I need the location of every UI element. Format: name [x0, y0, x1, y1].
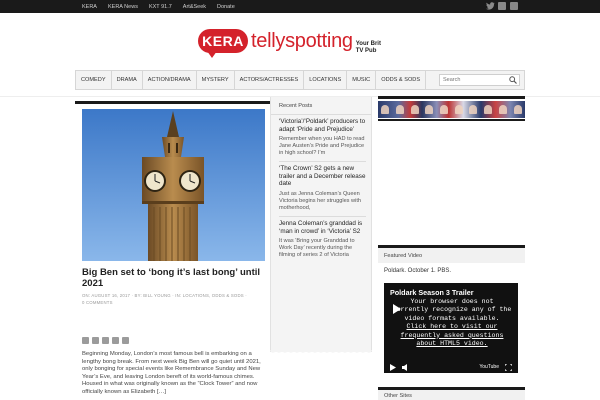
- play-button-icon[interactable]: [390, 363, 396, 371]
- email-icon[interactable]: [82, 337, 89, 344]
- post-comments-count[interactable]: 0 COMMENTS: [82, 299, 267, 306]
- nav-item-comedy[interactable]: COMEDY: [76, 71, 112, 89]
- nav-item-music[interactable]: MUSIC: [347, 71, 377, 89]
- top-link-art-seek[interactable]: Art&Seek: [183, 4, 206, 10]
- video-faq-link: Click here to visit our: [406, 323, 498, 331]
- list-item[interactable]: ‘Victoria’/‘Poldark’ producers to adapt …: [279, 115, 366, 163]
- nav-item-actors-actresses[interactable]: ACTORS/ACTRESSES: [235, 71, 305, 89]
- nav-item-locations[interactable]: LOCATIONS: [304, 71, 348, 89]
- nav-item-mystery[interactable]: MYSTERY: [197, 71, 235, 89]
- post-meta-line-1: ON: AUGUST 16, 2017 · BY: BILL YOUNG · I…: [82, 293, 247, 298]
- featured-video-heading: Featured Video: [378, 248, 525, 263]
- panel-scalloped-edge: [270, 350, 372, 355]
- recent-post-excerpt: It was ‘Bring your Granddad to Work Day’…: [279, 238, 355, 259]
- banner-rule: [378, 119, 525, 121]
- kera-badge: KERA: [198, 29, 248, 58]
- top-link-kxt[interactable]: KXT 91.7: [149, 4, 172, 10]
- tagline: Your Brit TV Pub: [356, 41, 381, 54]
- other-sites-heading: Other Sites: [378, 390, 525, 400]
- recent-posts-panel: Recent Posts ‘Victoria’/‘Poldark’ produc…: [270, 97, 372, 355]
- rss-icon[interactable]: [510, 2, 518, 10]
- recent-post-title[interactable]: ‘The Crown’ S2 gets a new trailer and a …: [279, 165, 366, 188]
- facebook-icon[interactable]: [102, 337, 109, 344]
- main-nav: COMEDY DRAMA ACTION/DRAMA MYSTERY ACTORS…: [75, 70, 525, 90]
- big-ben-image[interactable]: [82, 109, 265, 261]
- post-excerpt: Beginning Monday, London’s most famous b…: [82, 351, 261, 395]
- nav-item-drama[interactable]: DRAMA: [112, 71, 143, 89]
- fullscreen-icon[interactable]: [505, 363, 512, 371]
- video-player[interactable]: Poldark Season 3 Trailer Your browser do…: [384, 283, 518, 373]
- recent-post-title[interactable]: Jenna Coleman’s granddad is ‘man in crow…: [279, 220, 366, 235]
- nav-item-odds-sods[interactable]: ODDS & SODS: [376, 71, 427, 89]
- left-column-rule: [75, 101, 270, 104]
- site-logo[interactable]: KERA tellyspotting Your Brit TV Pub: [198, 29, 381, 58]
- twitter-icon[interactable]: [112, 337, 119, 344]
- tagline-line-1: Your Brit: [355, 41, 381, 47]
- top-bar: KERA KERA News KXT 91.7 Art&Seek Donate: [0, 0, 600, 13]
- search-box: [439, 74, 520, 86]
- video-controls: YouTube: [384, 361, 518, 373]
- video-fallback-message: Your browser does not currently recogniz…: [390, 298, 514, 348]
- top-link-kera-news[interactable]: KERA News: [108, 4, 138, 10]
- tagline-line-2: TV Pub: [355, 47, 377, 54]
- list-item[interactable]: Jenna Coleman’s granddad is ‘man in crow…: [279, 217, 366, 263]
- twitter-icon[interactable]: [486, 2, 495, 10]
- featured-video-caption: Poldark. October 1. PBS.: [384, 268, 452, 274]
- cast-banner-image[interactable]: [378, 101, 525, 118]
- volume-icon[interactable]: [402, 363, 410, 371]
- brand-name: tellyspotting: [251, 30, 353, 52]
- search-icon[interactable]: [509, 76, 517, 84]
- video-title[interactable]: Poldark Season 3 Trailer: [390, 288, 474, 297]
- search-input[interactable]: [440, 75, 508, 85]
- top-link-donate[interactable]: Donate: [217, 4, 235, 10]
- list-item[interactable]: ‘The Crown’ S2 gets a new trailer and a …: [279, 162, 366, 217]
- share-icons: [82, 337, 129, 344]
- facebook-icon[interactable]: [498, 2, 506, 10]
- recent-post-excerpt: Just as Jenna Coleman’s Queen Victoria b…: [279, 190, 361, 211]
- sidebar-rule: [378, 96, 525, 99]
- recent-post-title[interactable]: ‘Victoria’/‘Poldark’ producers to adapt …: [279, 118, 366, 133]
- play-icon[interactable]: [392, 303, 402, 315]
- top-link-kera[interactable]: KERA: [82, 4, 97, 10]
- recent-posts-list: ‘Victoria’/‘Poldark’ producers to adapt …: [271, 115, 371, 263]
- recent-posts-heading: Recent Posts: [271, 97, 371, 115]
- print-icon[interactable]: [92, 337, 99, 344]
- social-icons: [486, 2, 518, 10]
- nav-item-action-drama[interactable]: ACTION/DRAMA: [143, 71, 197, 89]
- youtube-logo[interactable]: YouTube: [479, 364, 499, 370]
- plus-icon[interactable]: [122, 337, 129, 344]
- top-nav: KERA KERA News KXT 91.7 Art&Seek Donate: [82, 0, 235, 13]
- post-title[interactable]: Big Ben set to ‘bong it’s last bong’ unt…: [82, 267, 267, 289]
- post-meta: ON: AUGUST 16, 2017 · BY: BILL YOUNG · I…: [82, 292, 267, 306]
- recent-post-excerpt: Remember when you HAD to read Jane Auste…: [279, 136, 365, 157]
